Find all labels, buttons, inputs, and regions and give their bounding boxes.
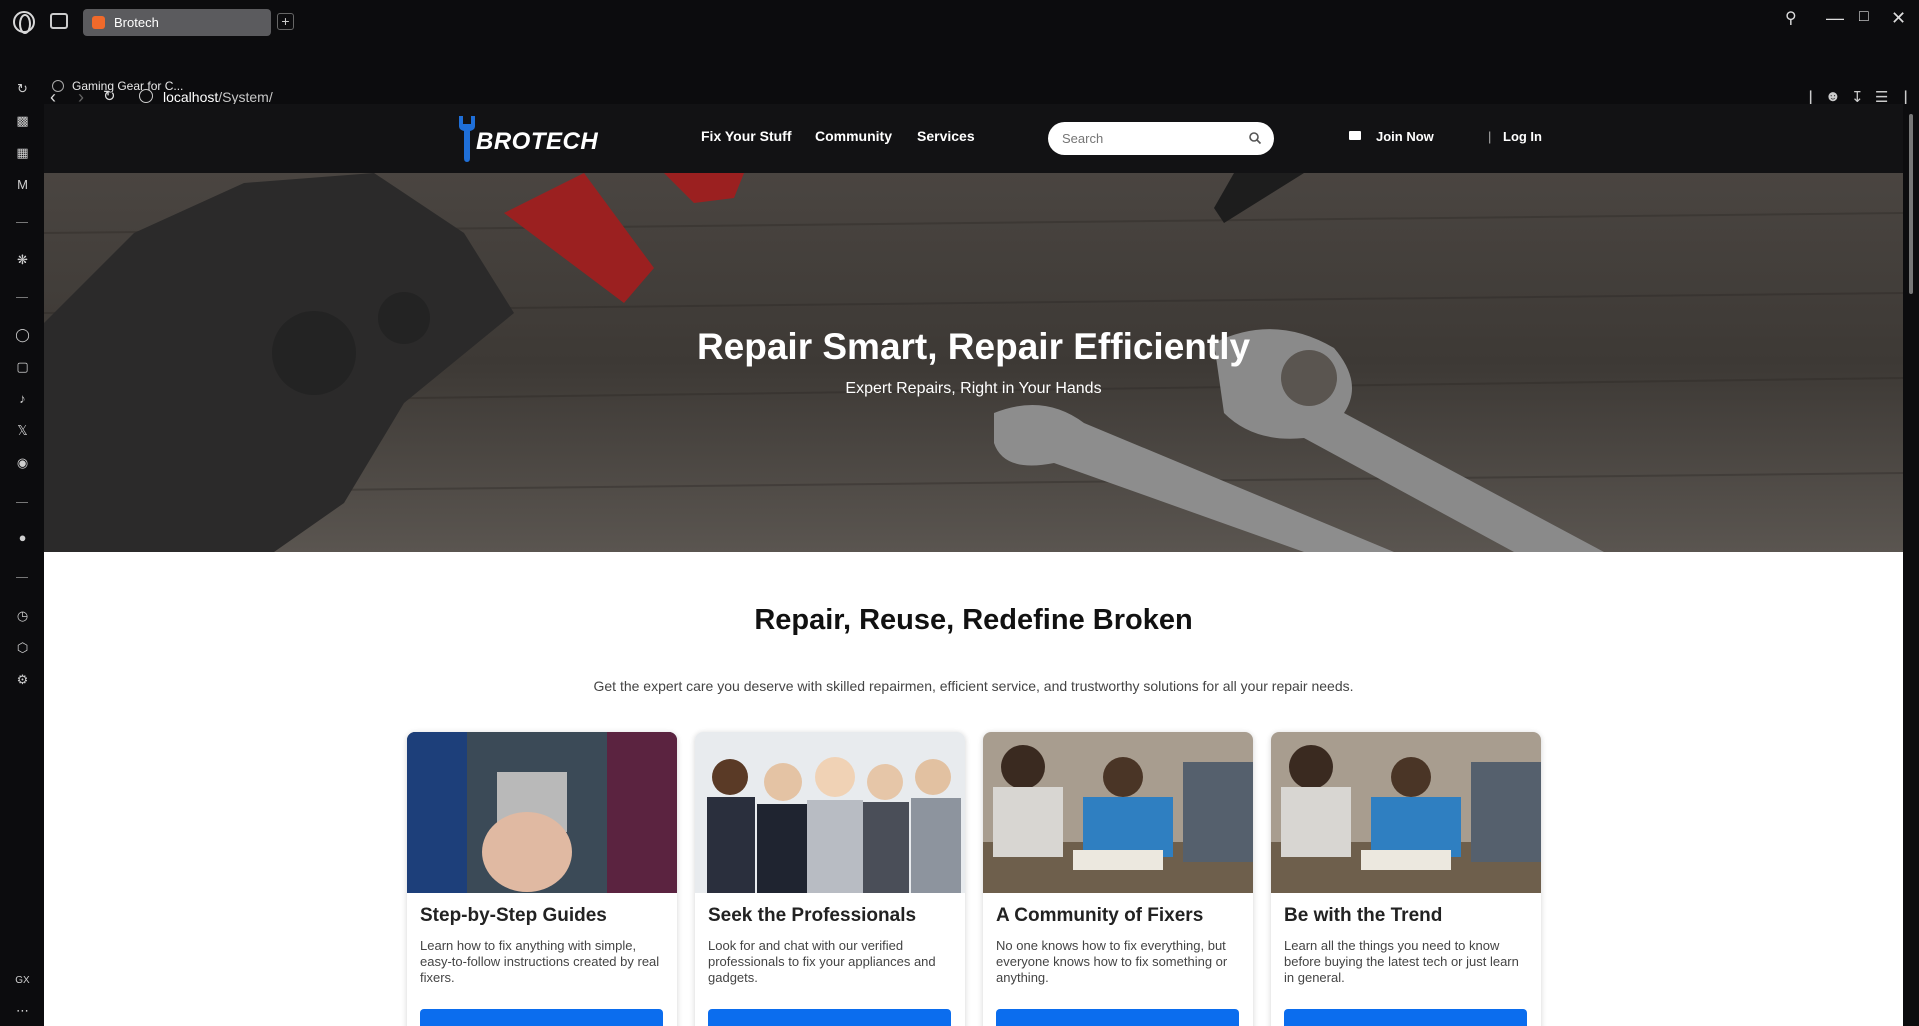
tracker-icon[interactable]: ▦	[14, 144, 31, 161]
tiktok-icon[interactable]: ♪	[14, 390, 31, 407]
m-icon[interactable]: M	[14, 176, 31, 193]
brand-name: BROTECH	[476, 128, 599, 155]
find-expert-button[interactable]: Find an Expert	[708, 1009, 951, 1026]
x-twitter-icon[interactable]: 𝕏	[14, 422, 31, 439]
gx-control-icon[interactable]	[50, 13, 68, 29]
more-icon[interactable]: ⋯	[14, 1002, 31, 1019]
card-text: Learn all the things you need to know be…	[1284, 938, 1519, 985]
browser-tab[interactable]: Brotech	[83, 9, 271, 36]
search-icon[interactable]	[1248, 131, 1262, 145]
card-title: Step-by-Step Guides	[420, 905, 607, 926]
divider	[16, 222, 28, 223]
close-icon[interactable]: ✕	[1891, 8, 1906, 29]
scroll-thumb[interactable]	[1909, 114, 1913, 294]
card-community: A Community of Fixers No one knows how t…	[983, 732, 1253, 1026]
hero-subtitle: Expert Repairs, Right in Your Hands	[845, 380, 1102, 397]
profile-icon[interactable]: ☻	[1825, 88, 1841, 105]
card-title: Seek the Professionals	[708, 905, 917, 926]
log-in-link[interactable]: Log In	[1503, 129, 1542, 144]
spotify-icon[interactable]: ●	[14, 529, 31, 546]
bookmark-label: Gaming Gear for C...	[72, 79, 184, 93]
opera-logo-icon[interactable]	[13, 11, 35, 34]
page-scrollbar[interactable]	[1903, 104, 1919, 1026]
maximize-icon[interactable]: □	[1859, 8, 1869, 26]
discord-icon[interactable]: ◉	[14, 454, 31, 471]
card-title: A Community of Fixers	[996, 905, 1204, 926]
fix-appliances-button[interactable]: Fix your Appliances	[996, 1009, 1239, 1026]
card-title: Be with the Trend	[1284, 905, 1443, 926]
gx-corner-icon[interactable]: ▩	[14, 112, 31, 129]
speed-dial-icon[interactable]: ↻	[14, 80, 31, 97]
site-header: BROTECH Fix Your Stuff Community Service…	[44, 104, 1903, 173]
wrench-logo-icon	[459, 116, 475, 162]
instagram-icon[interactable]: ▢	[14, 358, 31, 375]
join-now-link[interactable]: Join Now	[1376, 129, 1434, 144]
hero-banner: Repair Smart, Repair Efficiently Expert …	[44, 173, 1903, 552]
history-icon[interactable]: ◷	[14, 607, 31, 624]
community-workshop-image	[983, 732, 1253, 893]
card-guides: Step-by-Step Guides Learn how to fix any…	[407, 732, 677, 1026]
nav-community[interactable]: Community	[815, 128, 892, 144]
card-text: No one knows how to fix everything, but …	[996, 938, 1228, 985]
nav-fix-your-stuff[interactable]: Fix Your Stuff	[701, 128, 791, 144]
divider	[16, 577, 28, 578]
bookmark-item[interactable]: Gaming Gear for C...	[52, 79, 183, 93]
extensions-icon[interactable]: ⬡	[14, 639, 31, 656]
search-input[interactable]	[1062, 129, 1232, 148]
motherboard-image	[407, 732, 677, 893]
divider	[16, 297, 28, 298]
minimize-icon[interactable]: —	[1826, 8, 1844, 29]
url-path: /System/	[218, 89, 273, 105]
section-description: Get the expert care you deserve with ski…	[593, 678, 1354, 694]
search-tabs-icon[interactable]: ⚲	[1785, 8, 1797, 28]
settings-icon[interactable]: ⚙	[14, 671, 31, 688]
brotech-logo[interactable]: BROTECH	[456, 114, 616, 162]
hero-title: Repair Smart, Repair Efficiently	[696, 326, 1251, 367]
browser-sidebar: ↻ ▩ ▦ M ❋ ◯ ▢ ♪ 𝕏 ◉ ● ◷ ⬡ ⚙ GX ⋯	[0, 72, 44, 1026]
title-bar: Brotech + ⚲ — □ ✕	[0, 0, 1919, 42]
gx-label-icon[interactable]: GX	[14, 972, 31, 989]
latest-techs-button[interactable]: Know the latest techs	[1284, 1009, 1527, 1026]
messenger-icon[interactable]: ◯	[14, 326, 31, 343]
search-bar	[1048, 122, 1274, 155]
professionals-image	[695, 732, 965, 893]
address-bar: ‹ › ↻ localhost/System/ ❘ ☻ ↧ ☰ ❘	[0, 42, 1919, 108]
card-trend: Be with the Trend Learn all the things y…	[1271, 732, 1541, 1026]
browser-chrome: Brotech + ⚲ — □ ✕ ‹ › ↻ localhost/System…	[0, 0, 1919, 108]
auth-separator: |	[1488, 129, 1492, 144]
favicon-icon	[92, 16, 105, 29]
bookmark-favicon-icon	[52, 80, 64, 92]
nav-services[interactable]: Services	[917, 128, 975, 144]
trend-workshop-image	[1271, 732, 1541, 893]
tab-title: Brotech	[114, 15, 159, 30]
divider	[16, 502, 28, 503]
card-professionals: Seek the Professionals Look for and chat…	[695, 732, 965, 1026]
find-guide-button[interactable]: Find a Guide	[420, 1009, 663, 1026]
chatgpt-icon[interactable]: ❋	[14, 251, 31, 268]
card-text: Look for and chat with our verified prof…	[708, 938, 936, 985]
web-page: BROTECH Fix Your Stuff Community Service…	[44, 104, 1903, 1026]
mail-icon	[1349, 131, 1361, 140]
section-title: Repair, Reuse, Redefine Broken	[754, 604, 1193, 636]
card-text: Learn how to fix anything with simple, e…	[420, 938, 660, 985]
new-tab-button[interactable]: +	[277, 13, 294, 30]
